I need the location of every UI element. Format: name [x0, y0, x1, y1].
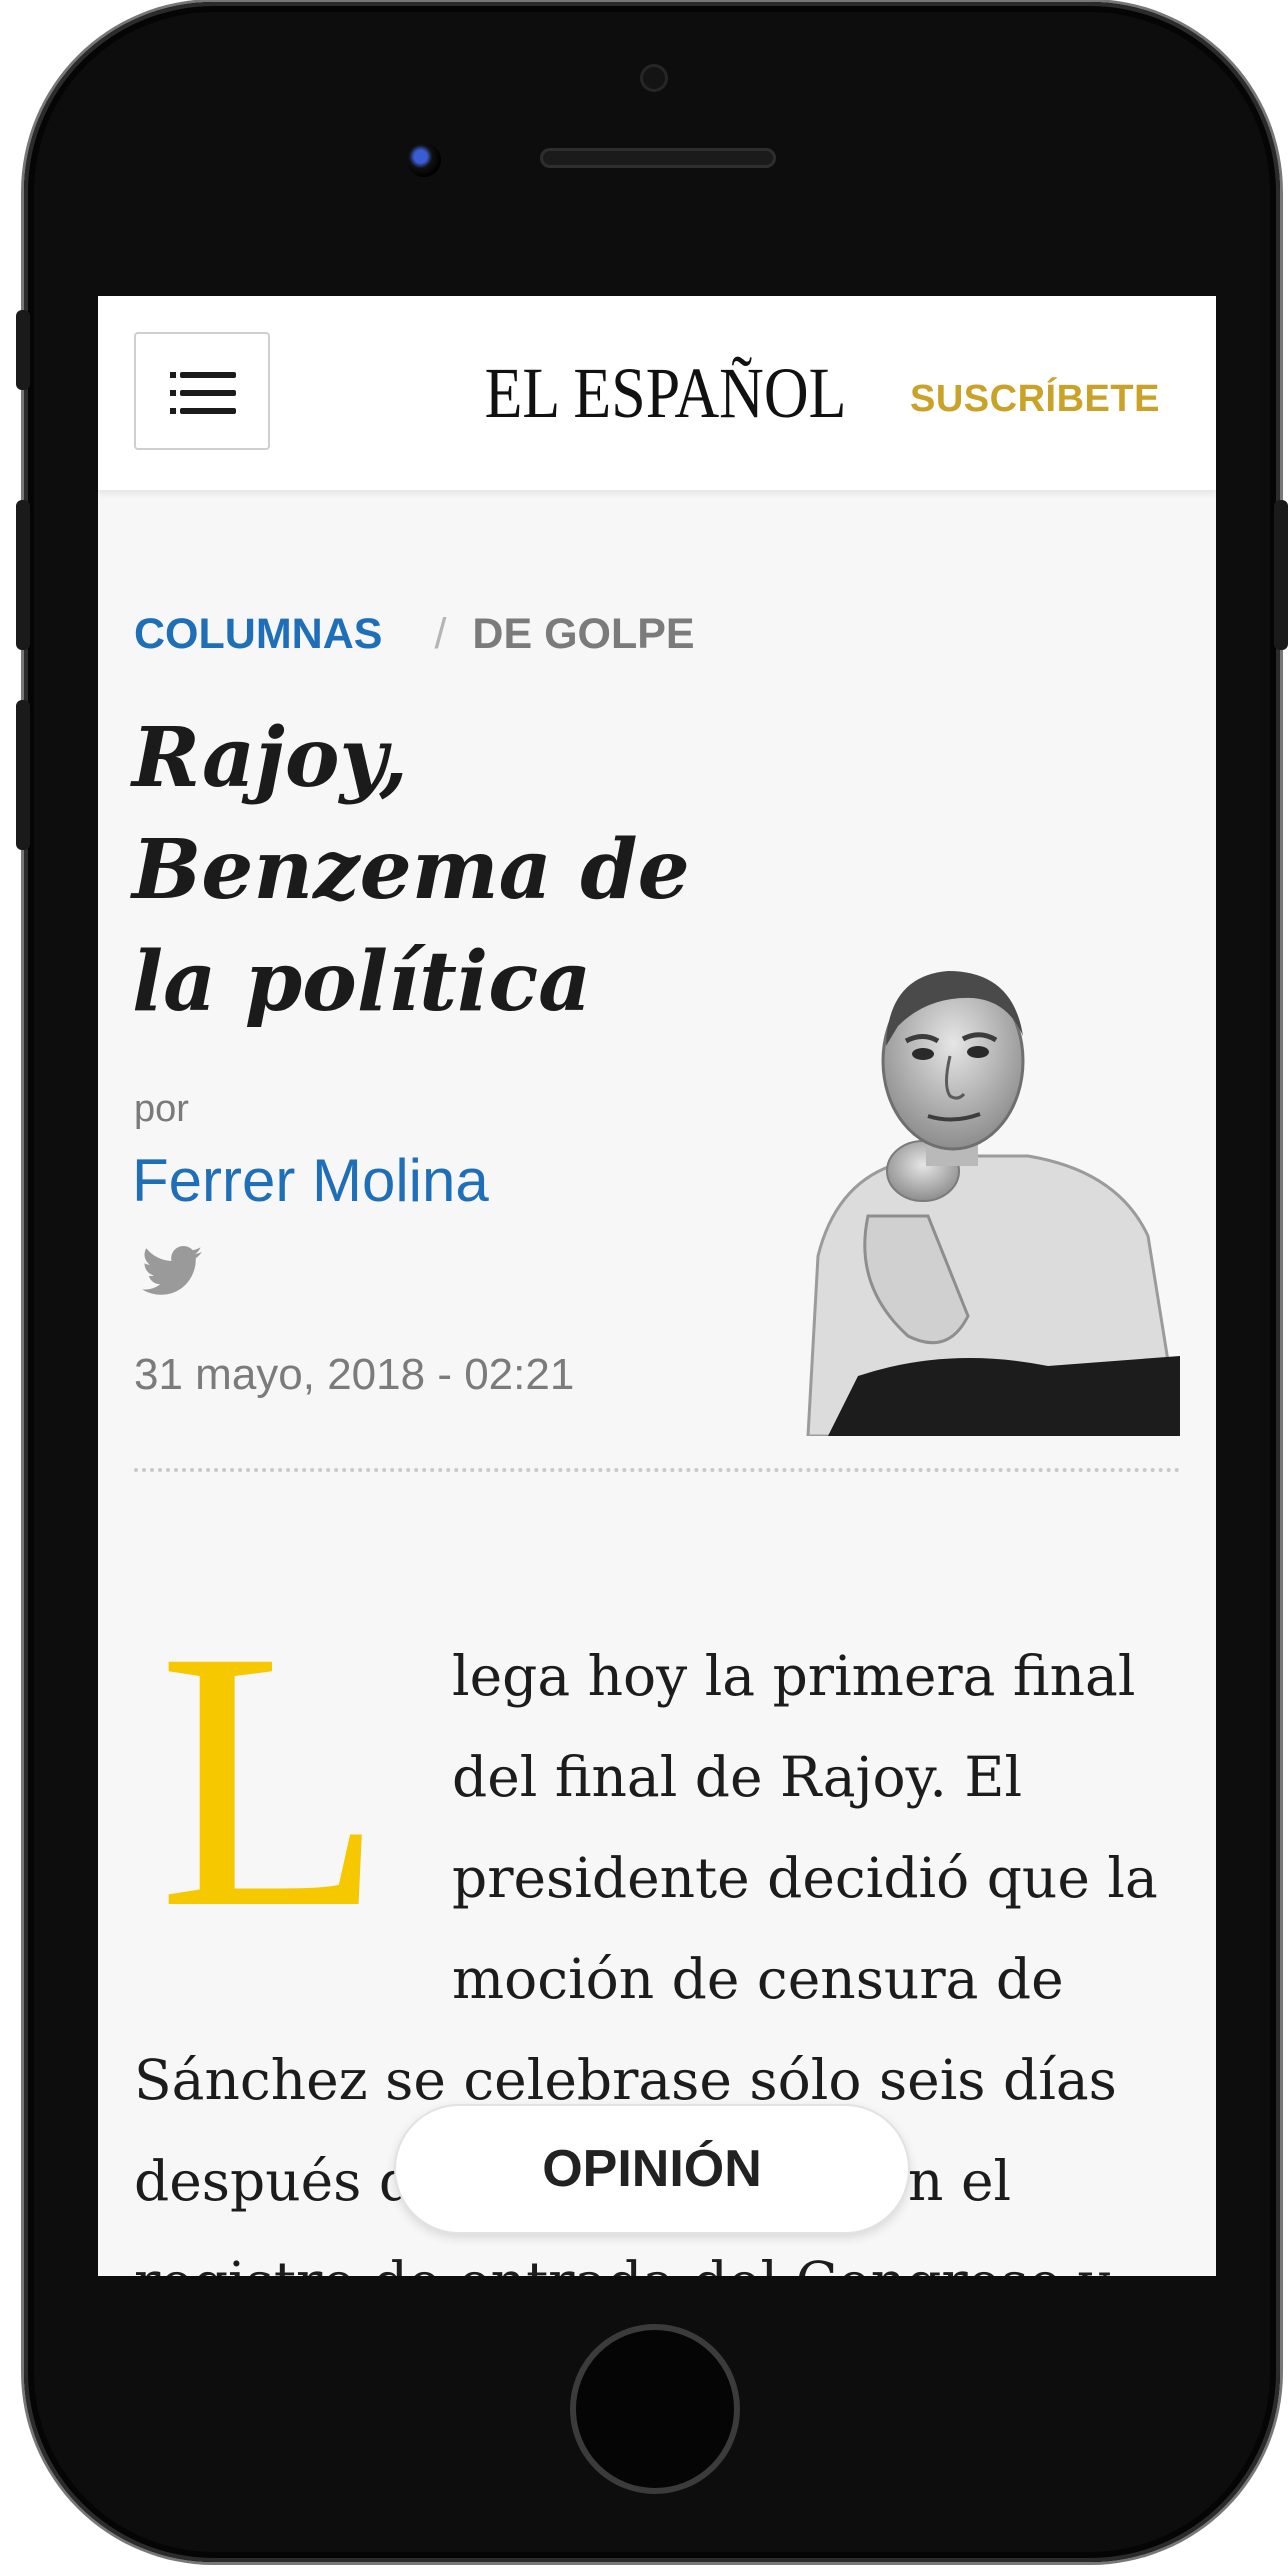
volume-down-button: [16, 700, 30, 850]
front-sensor: [640, 64, 668, 92]
publish-date: 31 mayo, 2018 - 02:21: [134, 1350, 575, 1399]
subscribe-link[interactable]: SUSCRÍBETE: [910, 378, 1160, 421]
breadcrumb-separator: /: [434, 610, 447, 658]
mute-switch: [16, 310, 30, 390]
earpiece-speaker: [540, 148, 776, 168]
breadcrumb-section-link[interactable]: COLUMNAS: [134, 610, 382, 658]
site-logo[interactable]: EL ESPAÑOL: [485, 348, 847, 438]
header-divider: [134, 1468, 1180, 1472]
home-button[interactable]: [570, 2324, 740, 2494]
site-header: EL ESPAÑOL SUSCRÍBETE: [98, 296, 1216, 490]
section-button-opinion[interactable]: OPINIÓN: [394, 2104, 910, 2234]
byline-label: por: [134, 1088, 189, 1130]
power-button: [1274, 500, 1288, 650]
screen: EL ESPAÑOL SUSCRÍBETE COLUMNAS / DE GOLPE …: [98, 296, 1216, 2276]
breadcrumb: COLUMNAS / DE GOLPE: [134, 610, 695, 659]
author-link[interactable]: Ferrer Molina: [132, 1146, 489, 1215]
article-title: Rajoy, Benzema de la política: [132, 710, 690, 1030]
phone-frame: EL ESPAÑOL SUSCRÍBETE COLUMNAS / DE GOLPE …: [10, 0, 1288, 2568]
volume-up-button: [16, 500, 30, 650]
front-camera: [407, 143, 441, 177]
drop-cap: L: [158, 1575, 385, 1985]
menu-button[interactable]: [134, 332, 270, 450]
author-portrait: [806, 971, 1180, 1436]
twitter-icon[interactable]: [142, 1246, 202, 1296]
breadcrumb-column-link[interactable]: DE GOLPE: [472, 610, 694, 658]
